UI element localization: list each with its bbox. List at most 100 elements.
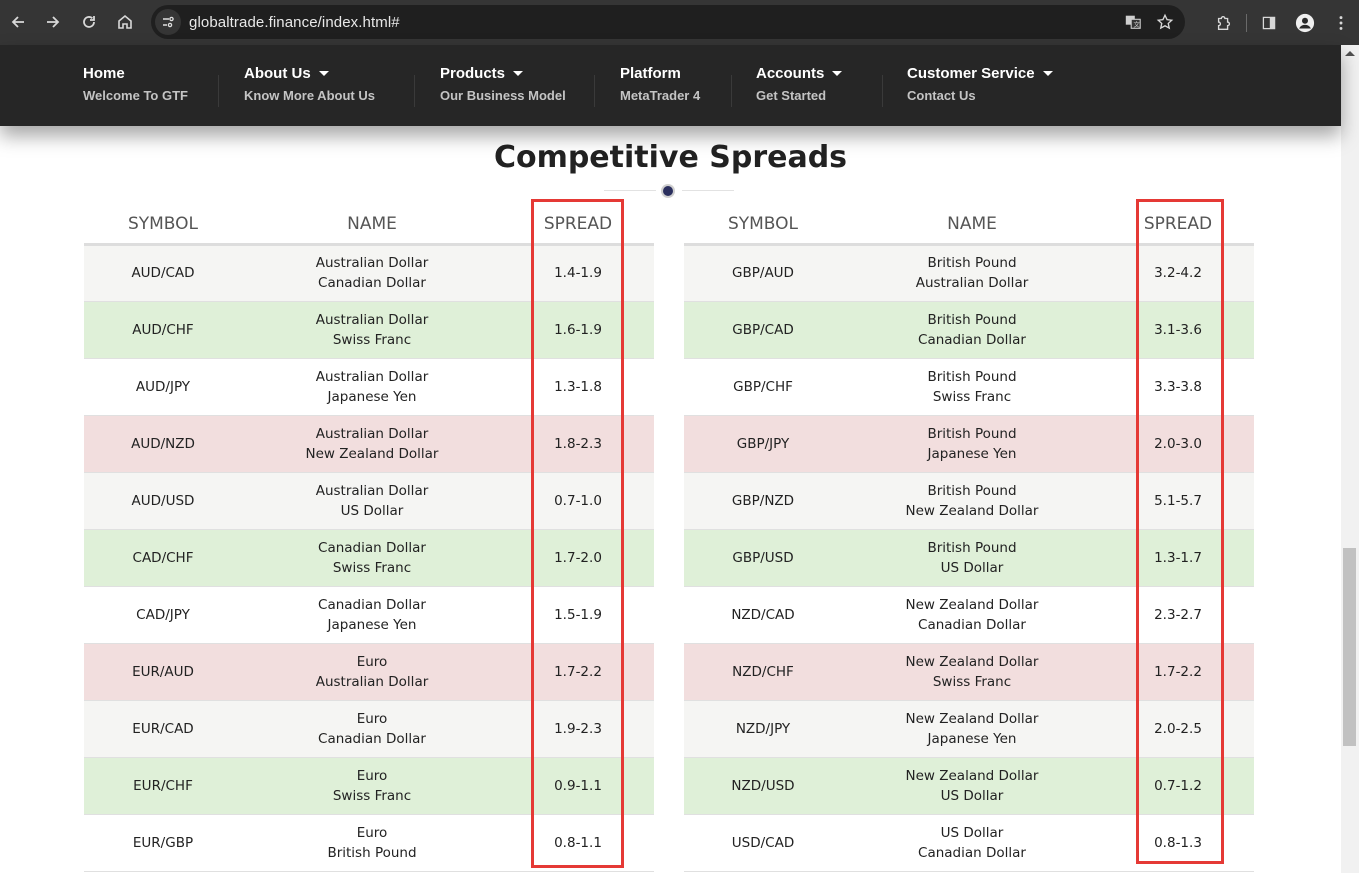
base-currency: Australian Dollar bbox=[315, 368, 429, 385]
table-row: GBP/NZD British Pound New Zealand Dollar 5.… bbox=[684, 472, 1254, 530]
spread-cell: 3.2-4.2 bbox=[1102, 244, 1254, 302]
base-currency: British Pound bbox=[927, 255, 1017, 271]
nav-label[interactable]: About Us bbox=[244, 65, 311, 82]
symbol-cell: AUD/USD bbox=[84, 472, 242, 530]
quote-currency: British Pound bbox=[327, 844, 417, 861]
nav-item-home[interactable]: Home Welcome To GTF bbox=[83, 65, 188, 109]
symbol-cell: AUD/CAD bbox=[84, 244, 242, 302]
spread-cell: 1.5-1.9 bbox=[502, 586, 654, 644]
symbol-cell: NZD/JPY bbox=[684, 700, 842, 758]
section-title: Competitive Spreads bbox=[493, 140, 848, 175]
spread-cell: 0.8-1.1 bbox=[502, 814, 654, 872]
table-row: NZD/CAD New Zealand Dollar Canadian Dollar… bbox=[684, 586, 1254, 644]
nav-item-customer-service[interactable]: Customer Service Contact Us bbox=[907, 65, 1053, 109]
table-row: NZD/CHF New Zealand Dollar Swiss Franc 1.7-… bbox=[684, 643, 1254, 701]
spread-cell: 0.9-1.1 bbox=[502, 757, 654, 815]
nav-item-products[interactable]: Products Our Business Model bbox=[440, 65, 566, 109]
table-row: CAD/CHF Canadian Dollar Swiss Franc 1.7-2.0 bbox=[84, 529, 654, 587]
scrollbar-thumb[interactable] bbox=[1343, 548, 1356, 746]
scroll-up-arrow-icon[interactable] bbox=[1345, 51, 1355, 56]
title-divider-right bbox=[682, 190, 734, 191]
name-cell: Canadian Dollar Japanese Yen bbox=[242, 586, 502, 644]
spreads-table-left: SYMBOL NAME SPREAD AUD/CAD Australian Dol… bbox=[84, 206, 654, 872]
nav-separator bbox=[218, 75, 219, 107]
quote-currency: Swiss Franc bbox=[332, 331, 412, 348]
name-cell: British Pound US Dollar bbox=[842, 529, 1102, 587]
base-currency: Canadian Dollar bbox=[318, 539, 426, 556]
symbol-cell: EUR/GBP bbox=[84, 814, 242, 872]
base-currency: Euro bbox=[356, 710, 388, 727]
url-text[interactable]: globaltrade.finance/index.html# bbox=[189, 14, 400, 31]
page-scrollbar[interactable] bbox=[1341, 45, 1359, 873]
spread-cell: 0.7-1.0 bbox=[502, 472, 654, 530]
base-currency: New Zealand Dollar bbox=[905, 767, 1039, 784]
table-row: GBP/AUD British Pound Australian Dollar 3.2… bbox=[684, 244, 1254, 302]
nav-sublabel: Welcome To GTF bbox=[83, 88, 188, 103]
table-row: GBP/CHF British Pound Swiss Franc 3.3-3.8 bbox=[684, 358, 1254, 416]
nav-item-accounts[interactable]: Accounts Get Started bbox=[756, 65, 843, 109]
table-row: AUD/CHF Australian Dollar Swiss Franc 1.6-1… bbox=[84, 301, 654, 359]
spread-cell: 1.7-2.0 bbox=[502, 529, 654, 587]
side-panel-icon[interactable] bbox=[1251, 5, 1287, 41]
forward-icon[interactable] bbox=[35, 4, 71, 40]
name-cell: US Dollar Canadian Dollar bbox=[842, 814, 1102, 872]
base-currency: Australian Dollar bbox=[315, 255, 429, 271]
nav-label[interactable]: Accounts bbox=[756, 65, 824, 82]
name-cell: Euro Australian Dollar bbox=[242, 643, 502, 701]
name-cell: British Pound Swiss Franc bbox=[842, 358, 1102, 416]
table-row: GBP/CAD British Pound Canadian Dollar 3.1-3… bbox=[684, 301, 1254, 359]
nav-separator bbox=[882, 75, 883, 107]
base-currency: Canadian Dollar bbox=[318, 596, 426, 613]
table-row: EUR/CAD Euro Canadian Dollar 1.9-2.3 bbox=[84, 700, 654, 758]
home-icon[interactable] bbox=[107, 4, 143, 40]
quote-currency: Canadian Dollar bbox=[318, 275, 426, 291]
symbol-cell: GBP/CAD bbox=[684, 301, 842, 359]
base-currency: New Zealand Dollar bbox=[905, 710, 1039, 727]
quote-currency: Japanese Yen bbox=[927, 730, 1017, 747]
profile-icon[interactable] bbox=[1287, 5, 1323, 41]
bookmark-star-icon[interactable] bbox=[1155, 12, 1175, 32]
base-currency: Australian Dollar bbox=[315, 482, 429, 499]
translate-icon[interactable]: 文 bbox=[1123, 12, 1143, 32]
nav-label[interactable]: Customer Service bbox=[907, 65, 1035, 82]
symbol-cell: GBP/NZD bbox=[684, 472, 842, 530]
more-menu-icon[interactable] bbox=[1323, 5, 1359, 41]
spreads-table-right: SYMBOL NAME SPREAD GBP/AUD British Pound A… bbox=[684, 206, 1254, 872]
nav-separator bbox=[594, 75, 595, 107]
spread-cell: 1.6-1.9 bbox=[502, 301, 654, 359]
nav-item-platform[interactable]: Platform MetaTrader 4 bbox=[620, 65, 700, 109]
nav-sublabel: Contact Us bbox=[907, 88, 976, 103]
symbol-cell: GBP/USD bbox=[684, 529, 842, 587]
header-name: NAME bbox=[842, 206, 1102, 246]
name-cell: Euro Canadian Dollar bbox=[242, 700, 502, 758]
nav-label[interactable]: Home bbox=[83, 65, 125, 82]
table-body: AUD/CAD Australian Dollar Canadian Dollar 1… bbox=[84, 244, 654, 872]
table-row: GBP/USD British Pound US Dollar 1.3-1.7 bbox=[684, 529, 1254, 587]
name-cell: New Zealand Dollar Japanese Yen bbox=[842, 700, 1102, 758]
reload-icon[interactable] bbox=[71, 4, 107, 40]
caret-down-icon bbox=[1042, 71, 1053, 76]
table-row: AUD/CAD Australian Dollar Canadian Dollar 1… bbox=[84, 244, 654, 302]
name-cell: Australian Dollar Swiss Franc bbox=[242, 301, 502, 359]
caret-down-icon bbox=[513, 71, 524, 76]
nav-label[interactable]: Products bbox=[440, 65, 505, 82]
toolbar-separator bbox=[1246, 13, 1247, 32]
nav-label[interactable]: Platform bbox=[620, 65, 681, 82]
symbol-cell: NZD/USD bbox=[684, 757, 842, 815]
extensions-icon[interactable] bbox=[1206, 5, 1242, 41]
name-cell: British Pound New Zealand Dollar bbox=[842, 472, 1102, 530]
nav-item-about-us[interactable]: About Us Know More About Us bbox=[244, 65, 375, 109]
table-row: EUR/CHF Euro Swiss Franc 0.9-1.1 bbox=[84, 757, 654, 815]
site-info-icon[interactable] bbox=[155, 9, 181, 35]
quote-currency: Canadian Dollar bbox=[918, 844, 1026, 861]
name-cell: New Zealand Dollar Swiss Franc bbox=[842, 643, 1102, 701]
base-currency: British Pound bbox=[927, 311, 1017, 328]
base-currency: Euro bbox=[356, 653, 388, 670]
name-cell: Euro Swiss Franc bbox=[242, 757, 502, 815]
back-icon[interactable] bbox=[0, 4, 36, 40]
address-bar[interactable]: globaltrade.finance/index.html# 文 bbox=[151, 5, 1185, 39]
table-row: CAD/JPY Canadian Dollar Japanese Yen 1.5-1.… bbox=[84, 586, 654, 644]
symbol-cell: EUR/CHF bbox=[84, 757, 242, 815]
quote-currency: US Dollar bbox=[940, 787, 1004, 804]
symbol-cell: NZD/CAD bbox=[684, 586, 842, 644]
